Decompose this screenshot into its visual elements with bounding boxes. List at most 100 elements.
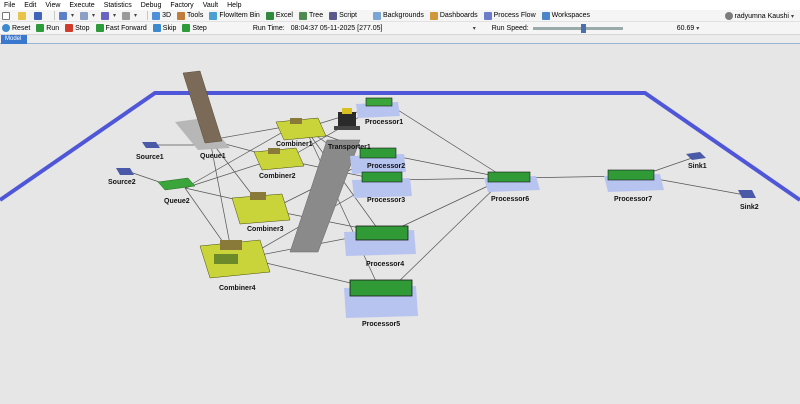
run-button[interactable]: Run bbox=[36, 24, 59, 32]
menu-execute[interactable]: Execute bbox=[69, 2, 94, 9]
btn-tree[interactable]: Tree bbox=[298, 11, 323, 20]
chevron-down-icon[interactable]: ▾ bbox=[473, 25, 476, 32]
chevron-down-icon: ▾ bbox=[71, 13, 75, 19]
btn-script-label: Script bbox=[339, 12, 357, 19]
label-sink2: Sink2 bbox=[740, 204, 759, 211]
new-file-icon bbox=[2, 11, 10, 20]
processor7-object[interactable] bbox=[604, 169, 664, 192]
flowitem-icon bbox=[209, 11, 218, 20]
combiner1-object[interactable] bbox=[275, 117, 327, 141]
label-queue1: Queue1 bbox=[200, 153, 226, 160]
chevron-down-icon: ▾ bbox=[113, 13, 117, 19]
skip-icon bbox=[152, 24, 161, 32]
btn-workspaces-label: Workspaces bbox=[551, 12, 591, 19]
label-transporter: Transporter1 bbox=[328, 144, 371, 151]
reset-icon bbox=[2, 24, 10, 32]
run-speed-value: 60.69 bbox=[676, 24, 695, 32]
run-speed-slider-thumb[interactable] bbox=[580, 23, 586, 33]
open-file-button[interactable] bbox=[18, 11, 28, 20]
source2-object[interactable] bbox=[116, 168, 134, 175]
btn-script[interactable]: Script bbox=[329, 11, 357, 20]
menu-view[interactable]: View bbox=[45, 2, 60, 9]
toolbar-divider bbox=[147, 11, 149, 20]
combiner3-object[interactable] bbox=[231, 192, 291, 225]
menu-help[interactable]: Help bbox=[227, 2, 241, 9]
tools-icon bbox=[177, 11, 186, 20]
label-combiner4: Combiner4 bbox=[219, 285, 256, 292]
skip-button[interactable]: Skip bbox=[152, 24, 177, 32]
stop-label: Stop bbox=[75, 24, 90, 32]
menu-vault[interactable]: Vault bbox=[203, 2, 218, 9]
menu-statistics[interactable]: Statistics bbox=[104, 2, 132, 9]
skip-label: Skip bbox=[162, 24, 177, 32]
save-button[interactable] bbox=[34, 11, 44, 20]
reset-label: Reset bbox=[12, 24, 31, 32]
user-account[interactable]: radyumna Kaushi ▾ bbox=[724, 10, 794, 22]
btn-flowitem-label: FlowItem Bin bbox=[219, 12, 260, 19]
fast-forward-button[interactable]: Fast Forward bbox=[95, 24, 147, 32]
btn-process-flow[interactable]: Process Flow bbox=[483, 11, 536, 20]
btn-3d-label: 3D bbox=[162, 12, 172, 19]
save-icon bbox=[34, 11, 42, 20]
excel-icon bbox=[265, 11, 274, 20]
model-scene[interactable]: Source1 Source2 Queue1 Queue2 Combiner1 … bbox=[0, 44, 800, 404]
menu-factory[interactable]: Factory bbox=[170, 2, 193, 9]
step-button[interactable]: Step bbox=[182, 24, 207, 32]
menu-file[interactable]: File bbox=[4, 2, 15, 9]
label-processor6: Processor6 bbox=[491, 196, 529, 203]
combiner4-object[interactable] bbox=[199, 239, 271, 279]
label-source2: Source2 bbox=[108, 179, 136, 186]
menu-debug[interactable]: Debug bbox=[141, 2, 162, 9]
run-time-label: Run Time: bbox=[252, 24, 285, 32]
grid-icon bbox=[122, 11, 131, 20]
shape-mode-button[interactable]: ▾ bbox=[101, 11, 117, 20]
sink2-object[interactable] bbox=[738, 190, 756, 198]
main-toolbar: ▾ ▾ ▾ ▾ 3D Tools FlowItem Bin Excel Tree… bbox=[0, 10, 800, 22]
model-3d-view[interactable]: Source1 Source2 Queue1 Queue2 Combiner1 … bbox=[0, 44, 800, 404]
processor2-object[interactable] bbox=[350, 147, 406, 174]
btn-excel-label: Excel bbox=[275, 12, 293, 19]
processor6-object[interactable] bbox=[484, 171, 540, 192]
grid-button[interactable]: ▾ bbox=[122, 11, 137, 20]
combiner2-object[interactable] bbox=[253, 147, 305, 171]
stop-button[interactable]: Stop bbox=[65, 24, 90, 32]
label-combiner1: Combiner1 bbox=[276, 141, 313, 148]
btn-3d[interactable]: 3D bbox=[152, 11, 172, 20]
script-icon bbox=[329, 11, 338, 20]
btn-flowitem-bin[interactable]: FlowItem Bin bbox=[209, 11, 260, 20]
connect-mode-button[interactable]: ▾ bbox=[80, 11, 95, 20]
btn-dashboards[interactable]: Dashboards bbox=[429, 11, 478, 20]
cube-icon bbox=[152, 11, 161, 20]
processor4-object[interactable] bbox=[344, 225, 416, 256]
btn-workspaces[interactable]: Workspaces bbox=[541, 11, 591, 20]
queue2-object[interactable] bbox=[157, 177, 196, 191]
toolbar-divider bbox=[54, 11, 55, 20]
tree-icon bbox=[298, 11, 307, 20]
run-speed-slider[interactable] bbox=[532, 23, 623, 33]
workspaces-icon bbox=[541, 11, 550, 20]
btn-backgrounds[interactable]: Backgrounds bbox=[373, 11, 424, 20]
new-file-button[interactable] bbox=[2, 11, 12, 20]
btn-process-flow-label: Process Flow bbox=[493, 12, 536, 19]
btn-excel[interactable]: Excel bbox=[265, 11, 293, 20]
menu-edit[interactable]: Edit bbox=[24, 2, 36, 9]
processor5-object[interactable] bbox=[344, 279, 418, 318]
select-mode-button[interactable]: ▾ bbox=[59, 11, 75, 20]
stop-icon bbox=[65, 24, 74, 32]
chevron-down-icon: ▾ bbox=[790, 13, 794, 20]
run-toolbar: Reset Run Stop Fast Forward Skip Step Ru… bbox=[0, 22, 800, 35]
fast-forward-label: Fast Forward bbox=[105, 24, 147, 32]
label-processor3: Processor3 bbox=[367, 197, 405, 204]
label-processor2: Processor2 bbox=[367, 163, 405, 170]
source1-object[interactable] bbox=[142, 142, 160, 148]
tab-model[interactable]: Model bbox=[1, 35, 28, 44]
tab-model-label: Model bbox=[5, 36, 22, 42]
document-tab-bar: Model bbox=[0, 35, 800, 44]
chevron-down-icon[interactable]: ▾ bbox=[696, 25, 699, 32]
label-sink1: Sink1 bbox=[688, 163, 707, 170]
label-processor4: Processor4 bbox=[366, 261, 404, 268]
label-processor1: Processor1 bbox=[365, 119, 403, 126]
btn-tools[interactable]: Tools bbox=[177, 11, 203, 20]
processor1-object[interactable] bbox=[356, 97, 400, 118]
reset-button[interactable]: Reset bbox=[2, 24, 30, 32]
